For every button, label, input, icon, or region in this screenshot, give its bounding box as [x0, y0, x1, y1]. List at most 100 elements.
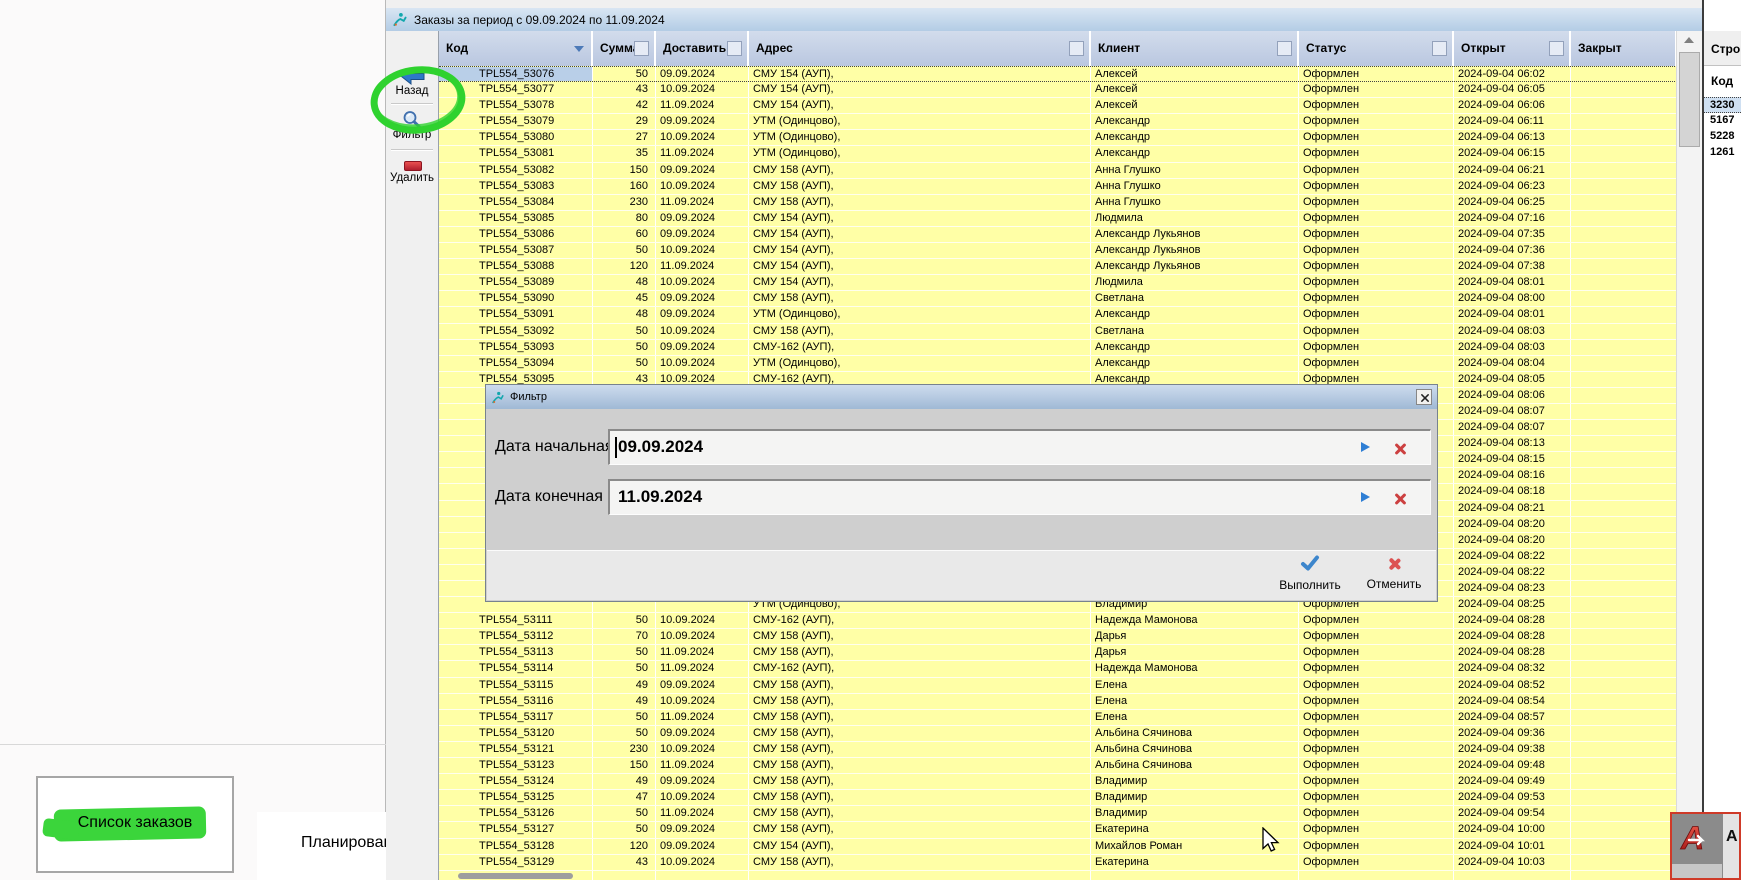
field-label: Дата конечная [495, 479, 607, 515]
order-row[interactable]: TPL554_530935009.09.2024СМУ-162 (АУП),Ал… [439, 340, 1677, 356]
rows-panel-row[interactable]: 3230 [1704, 97, 1741, 113]
column-header-3[interactable]: Адрес [749, 31, 1091, 66]
order-row[interactable]: TPL554_531244909.09.2024СМУ 158 (АУП),Вл… [439, 774, 1677, 790]
horizontal-scrollbar-thumb[interactable] [458, 873, 573, 879]
cell-sum: 48 [593, 275, 656, 290]
scroll-up-arrow[interactable] [1677, 31, 1702, 48]
orders-list-card[interactable]: Список заказов [36, 776, 234, 873]
rows-panel-row[interactable]: 1261 [1704, 145, 1741, 161]
order-row[interactable]: TPL554_5308812011.09.2024СМУ 154 (АУП),А… [439, 259, 1677, 275]
order-row[interactable]: TPL554_530875010.09.2024СМУ 154 (АУП),Ал… [439, 243, 1677, 259]
column-header-2[interactable]: Доставить к [656, 31, 749, 66]
cell-opened: 2024-09-04 08:28 [1454, 629, 1571, 644]
order-row[interactable]: TPL554_530894810.09.2024СМУ 154 (АУП),Лю… [439, 275, 1677, 291]
order-row[interactable]: TPL554_530813511.09.2024УТМ (Одинцово),А… [439, 146, 1677, 162]
vertical-scrollbar[interactable] [1676, 31, 1702, 880]
order-row[interactable]: TPL554_531164910.09.2024СМУ 158 (АУП),Ел… [439, 694, 1677, 710]
order-row[interactable]: TPL554_530914809.09.2024УТМ (Одинцово),А… [439, 307, 1677, 323]
column-filter-checkbox[interactable] [1432, 41, 1447, 56]
red-a-logo-icon: A [1677, 818, 1717, 858]
order-row[interactable]: TPL554_5312812009.09.2024СМУ 154 (АУП),М… [439, 839, 1677, 855]
order-row[interactable]: TPL554_531265011.09.2024СМУ 158 (АУП),Вл… [439, 806, 1677, 822]
cell-status: Оформлен [1299, 114, 1454, 129]
cell-closed [1571, 661, 1677, 676]
order-row[interactable]: TPL554_530784211.09.2024СМУ 154 (АУП),Ал… [439, 98, 1677, 114]
cancel-button[interactable]: Отменить [1358, 555, 1430, 597]
cell-client: Алексей [1091, 98, 1299, 113]
order-row[interactable]: TPL554_530858009.09.2024СМУ 154 (АУП),Лю… [439, 211, 1677, 227]
cell-code: TPL554_53120 [439, 726, 593, 741]
order-row[interactable]: TPL554_531175011.09.2024СМУ 158 (АУП),Ел… [439, 710, 1677, 726]
column-filter-checkbox[interactable] [634, 41, 649, 56]
column-header-0[interactable]: Код [439, 31, 593, 66]
column-filter-checkbox[interactable] [1549, 41, 1564, 56]
cell-client: Елена [1091, 678, 1299, 693]
date-input[interactable]: 09.09.2024 [608, 429, 1431, 465]
order-row[interactable]: TPL554_531127010.09.2024СМУ 158 (АУП),Да… [439, 629, 1677, 645]
order-row[interactable]: TPL554_5312123010.09.2024СМУ 158 (АУП),А… [439, 742, 1677, 758]
cell-status: Оформлен [1299, 694, 1454, 709]
cell-client: Елена [1091, 710, 1299, 725]
order-row[interactable]: TPL554_530904509.09.2024СМУ 158 (АУП),Св… [439, 291, 1677, 307]
order-row[interactable]: TPL554_530792909.09.2024УТМ (Одинцово),А… [439, 114, 1677, 130]
order-row[interactable]: TPL554_531275009.09.2024СМУ 158 (АУП),Ек… [439, 822, 1677, 838]
cell-client: Людмила [1091, 211, 1299, 226]
cell-sum: 230 [593, 195, 656, 210]
order-row[interactable]: TPL554_5308423011.09.2024СМУ 158 (АУП),А… [439, 195, 1677, 211]
delete-button-label[interactable]: Удалить [386, 172, 438, 184]
cell-address: СМУ 158 (АУП), [749, 694, 1091, 709]
dialog-close-button[interactable] [1416, 389, 1432, 405]
column-filter-checkbox[interactable] [1277, 41, 1292, 56]
order-row[interactable]: TPL554_530774310.09.2024СМУ 154 (АУП),Ал… [439, 82, 1677, 98]
cell-code: TPL554_53083 [439, 179, 593, 194]
calendar-dropdown-icon[interactable] [1361, 442, 1370, 452]
rows-panel-row[interactable]: 5167 [1704, 113, 1741, 129]
order-row[interactable] [439, 871, 1677, 880]
column-filter-checkbox[interactable] [1069, 41, 1084, 56]
check-icon [1300, 555, 1320, 571]
order-row[interactable]: TPL554_531154909.09.2024СМУ 158 (АУП),Ел… [439, 678, 1677, 694]
column-header-1[interactable]: Сумма [593, 31, 656, 66]
clear-field-icon[interactable] [1394, 493, 1406, 505]
order-row[interactable]: TPL554_530925010.09.2024СМУ 158 (АУП),Св… [439, 324, 1677, 340]
dialog-titlebar: Фильтр [486, 385, 1437, 409]
cell-sum: 50 [593, 661, 656, 676]
remote-app-overlay: А A [1670, 812, 1741, 880]
order-row[interactable]: TPL554_531145011.09.2024СМУ-162 (АУП),На… [439, 661, 1677, 677]
window-title: Заказы за период с 09.09.2024 по 11.09.2… [414, 13, 665, 27]
cell-sum: 42 [593, 98, 656, 113]
column-filter-checkbox[interactable] [727, 41, 742, 56]
calendar-dropdown-icon[interactable] [1361, 492, 1370, 502]
planning-card[interactable]: Планирован [257, 812, 389, 880]
column-header-7[interactable]: Закрыт [1571, 31, 1677, 66]
order-row[interactable]: TPL554_531135011.09.2024СМУ 158 (АУП),Да… [439, 645, 1677, 661]
cell-closed [1571, 146, 1677, 161]
column-header-6[interactable]: Открыт [1454, 31, 1571, 66]
delete-icon[interactable] [404, 161, 422, 171]
order-row[interactable]: TPL554_5308316010.09.2024СМУ 158 (АУП),А… [439, 179, 1677, 195]
order-row[interactable]: TPL554_531205009.09.2024СМУ 158 (АУП),Ал… [439, 726, 1677, 742]
rows-panel-column-header[interactable]: Код [1711, 74, 1733, 88]
order-row[interactable]: TPL554_530765009.09.2024СМУ 154 (АУП),Ал… [439, 66, 1677, 82]
order-row[interactable]: TPL554_5312315011.09.2024СМУ 158 (АУП),А… [439, 758, 1677, 774]
order-row[interactable]: TPL554_531254710.09.2024СМУ 158 (АУП),Вл… [439, 790, 1677, 806]
order-row[interactable]: TPL554_530945010.09.2024УТМ (Одинцово),А… [439, 356, 1677, 372]
order-row[interactable]: TPL554_530802710.09.2024УТМ (Одинцово),А… [439, 130, 1677, 146]
cell-opened: 2024-09-04 08:03 [1454, 340, 1571, 355]
cell-address: СМУ 158 (АУП), [749, 855, 1091, 870]
execute-button[interactable]: Выполнить [1270, 555, 1350, 597]
cell-deliver-to: 09.09.2024 [656, 839, 749, 854]
cell-address: СМУ 154 (АУП), [749, 227, 1091, 242]
order-row[interactable]: TPL554_531294310.09.2024СМУ 158 (АУП),Ек… [439, 855, 1677, 871]
rows-panel-row[interactable]: 5228 [1704, 129, 1741, 145]
date-input[interactable]: 11.09.2024 [608, 479, 1431, 515]
column-header-4[interactable]: Клиент [1091, 31, 1299, 66]
order-row[interactable]: TPL554_530866009.09.2024СМУ 154 (АУП),Ал… [439, 227, 1677, 243]
order-row[interactable]: TPL554_531115010.09.2024СМУ-162 (АУП),На… [439, 613, 1677, 629]
column-header-5[interactable]: Статус [1299, 31, 1454, 66]
order-row[interactable]: TPL554_5308215009.09.2024СМУ 158 (АУП),А… [439, 163, 1677, 179]
scrollbar-thumb[interactable] [1679, 52, 1700, 147]
cell-client: Александр [1091, 340, 1299, 355]
clear-field-icon[interactable] [1394, 443, 1406, 455]
cell-sum: 45 [593, 291, 656, 306]
